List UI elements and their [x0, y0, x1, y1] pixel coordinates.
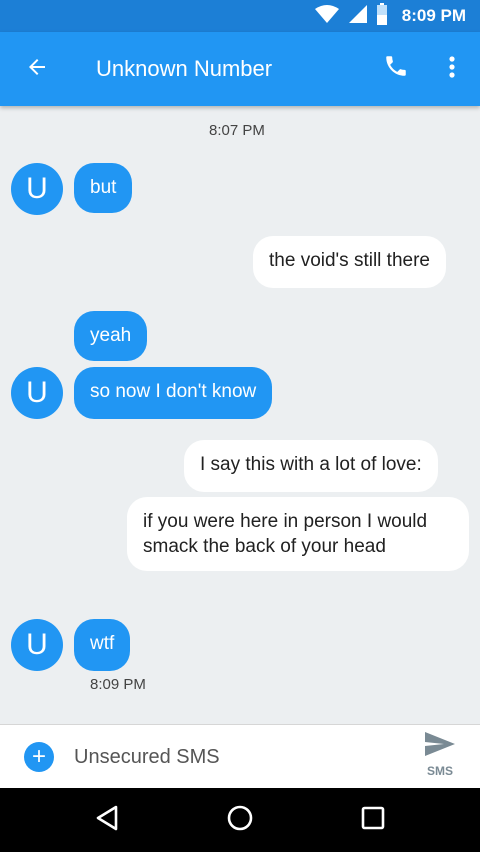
more-vert-icon	[449, 55, 455, 84]
phone-icon	[383, 53, 409, 84]
send-label: SMS	[426, 764, 453, 778]
status-time: 8:09 PM	[401, 6, 466, 25]
battery-icon	[376, 2, 388, 30]
avatar[interactable]: U	[11, 367, 63, 419]
message-outgoing[interactable]: the void's still there	[253, 236, 446, 288]
wifi-icon	[314, 4, 340, 29]
nav-home-button[interactable]	[222, 802, 258, 838]
contact-title: Unknown Number	[96, 56, 273, 81]
back-button[interactable]	[22, 54, 52, 84]
message-incoming[interactable]: yeah	[74, 311, 148, 361]
message-incoming[interactable]: but	[74, 163, 133, 213]
add-attachment-button[interactable]: +	[24, 742, 54, 772]
app-bar: Unknown Number	[0, 32, 480, 106]
triangle-back-icon	[94, 804, 120, 837]
message-incoming[interactable]: so now I don't know	[74, 367, 273, 419]
navigation-bar	[0, 788, 480, 852]
avatar[interactable]: U	[11, 163, 63, 215]
status-bar: 8:09 PM	[0, 0, 480, 32]
conversation[interactable]: 8:07 PM U but the void's still there yea…	[0, 106, 480, 724]
call-button[interactable]	[380, 52, 412, 84]
plus-icon: +	[31, 743, 46, 770]
message-input[interactable]	[74, 743, 394, 771]
arrow-left-icon	[25, 55, 49, 84]
more-options-button[interactable]	[438, 52, 466, 86]
timestamp-end: 8:09 PM	[90, 676, 146, 693]
send-icon	[424, 731, 456, 762]
send-button[interactable]: SMS	[416, 731, 464, 785]
square-recent-icon	[360, 805, 386, 836]
nav-recent-button[interactable]	[355, 802, 391, 838]
status-icons: 8:09 PM	[314, 0, 466, 32]
message-incoming[interactable]: wtf	[74, 619, 131, 671]
message-outgoing[interactable]: I say this with a lot of love:	[184, 440, 438, 492]
message-outgoing[interactable]: if you were here in person I would smack…	[127, 497, 469, 571]
signal-icon	[348, 4, 368, 29]
avatar[interactable]: U	[11, 619, 63, 671]
composer: + SMS	[0, 724, 480, 788]
nav-back-button[interactable]	[89, 802, 125, 838]
timestamp-start: 8:07 PM	[209, 122, 265, 139]
circle-home-icon	[226, 804, 254, 837]
